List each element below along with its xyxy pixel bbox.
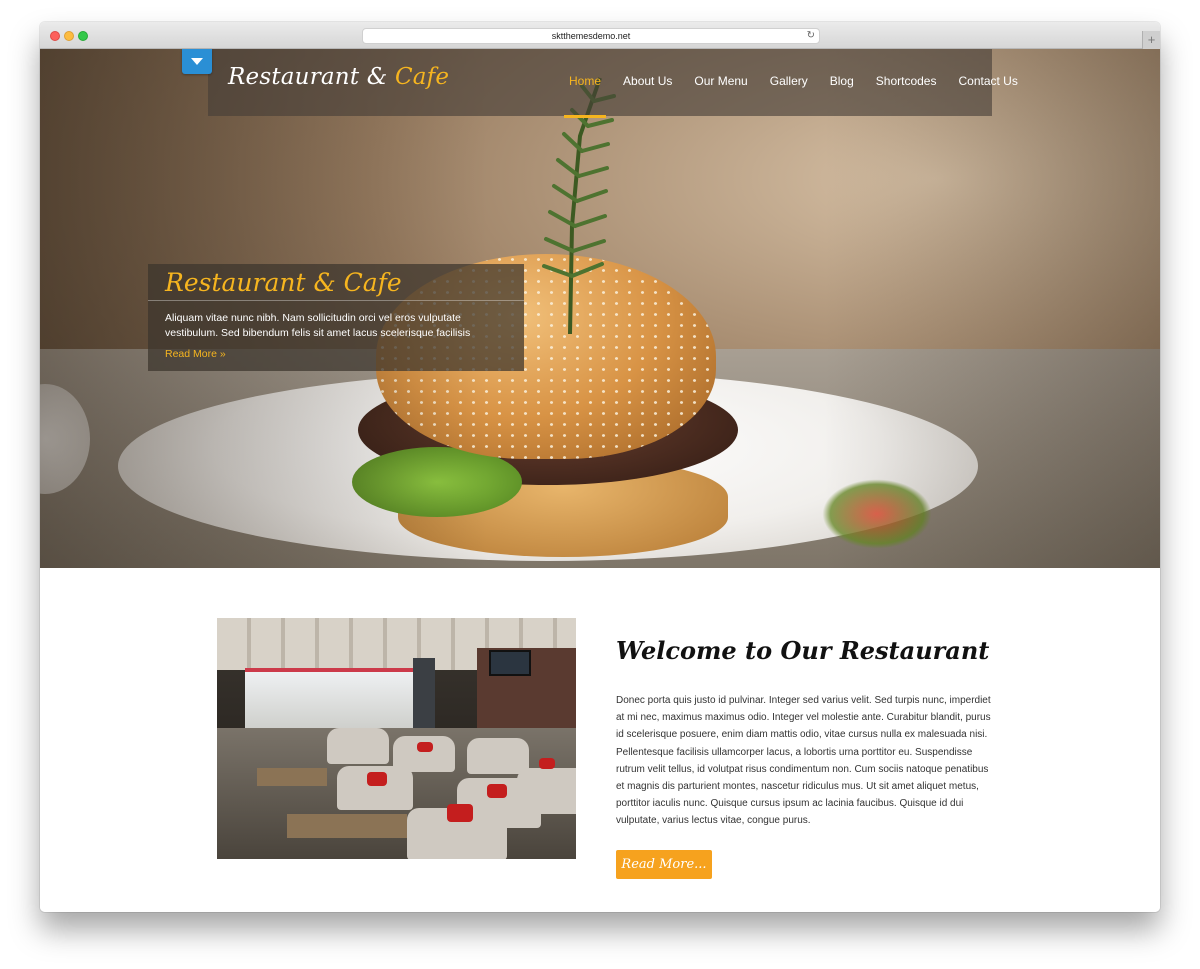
hero-caption-divider [148, 300, 524, 301]
browser-window: sktthemesdemo.net ↻ + Restaurant & Cafe … [40, 22, 1160, 912]
photo-cushion [447, 804, 473, 822]
read-more-button[interactable]: Read More... [616, 850, 712, 879]
nav-item-our-menu[interactable]: Our Menu [683, 49, 758, 116]
nav-item-gallery[interactable]: Gallery [759, 49, 819, 116]
hero-title: Restaurant & Cafe [165, 268, 402, 297]
zoom-window-button[interactable] [78, 31, 88, 41]
photo-cushion [367, 772, 387, 786]
photo-cushion [417, 742, 433, 752]
welcome-section: Welcome to Our Restaurant Donec porta qu… [40, 568, 1160, 912]
photo-tv [489, 650, 531, 676]
photo-chair [467, 738, 529, 774]
address-bar[interactable]: sktthemesdemo.net ↻ [362, 28, 820, 44]
welcome-text: Donec porta quis justo id pulvinar. Inte… [616, 695, 991, 827]
browser-titlebar: sktthemesdemo.net ↻ + [40, 22, 1160, 49]
hero-read-more-link[interactable]: Read More » [165, 348, 226, 360]
close-window-button[interactable] [50, 31, 60, 41]
photo-chair [327, 728, 389, 764]
header-toggle-button[interactable] [182, 49, 212, 74]
site-logo[interactable]: Restaurant & Cafe [228, 64, 449, 90]
photo-table [257, 768, 327, 786]
minimize-window-button[interactable] [64, 31, 74, 41]
reload-icon[interactable]: ↻ [807, 29, 815, 43]
nav-item-home[interactable]: Home [558, 49, 612, 118]
photo-cushion [487, 784, 507, 798]
logo-accent-text: Cafe [394, 64, 450, 90]
welcome-title: Welcome to Our Restaurant [616, 636, 990, 665]
nav-item-shortcodes[interactable]: Shortcodes [865, 49, 948, 116]
main-nav: Home About Us Our Menu Gallery Blog Shor… [558, 49, 1029, 118]
photo-cushion [539, 758, 555, 769]
logo-text: Restaurant & [228, 64, 388, 90]
photo-chair [517, 768, 576, 814]
restaurant-interior-image [217, 618, 576, 859]
photo-table [287, 814, 407, 838]
nav-item-about-us[interactable]: About Us [612, 49, 683, 116]
address-bar-url: sktthemesdemo.net [551, 31, 631, 41]
nav-item-blog[interactable]: Blog [819, 49, 865, 116]
new-tab-button[interactable]: + [1142, 31, 1160, 49]
chevron-down-icon [191, 58, 203, 65]
hero-text: Aliquam vitae nunc nibh. Nam sollicitudi… [165, 312, 471, 339]
hero-caption: Restaurant & Cafe Aliquam vitae nunc nib… [148, 264, 524, 371]
nav-item-contact-us[interactable]: Contact Us [947, 49, 1028, 116]
